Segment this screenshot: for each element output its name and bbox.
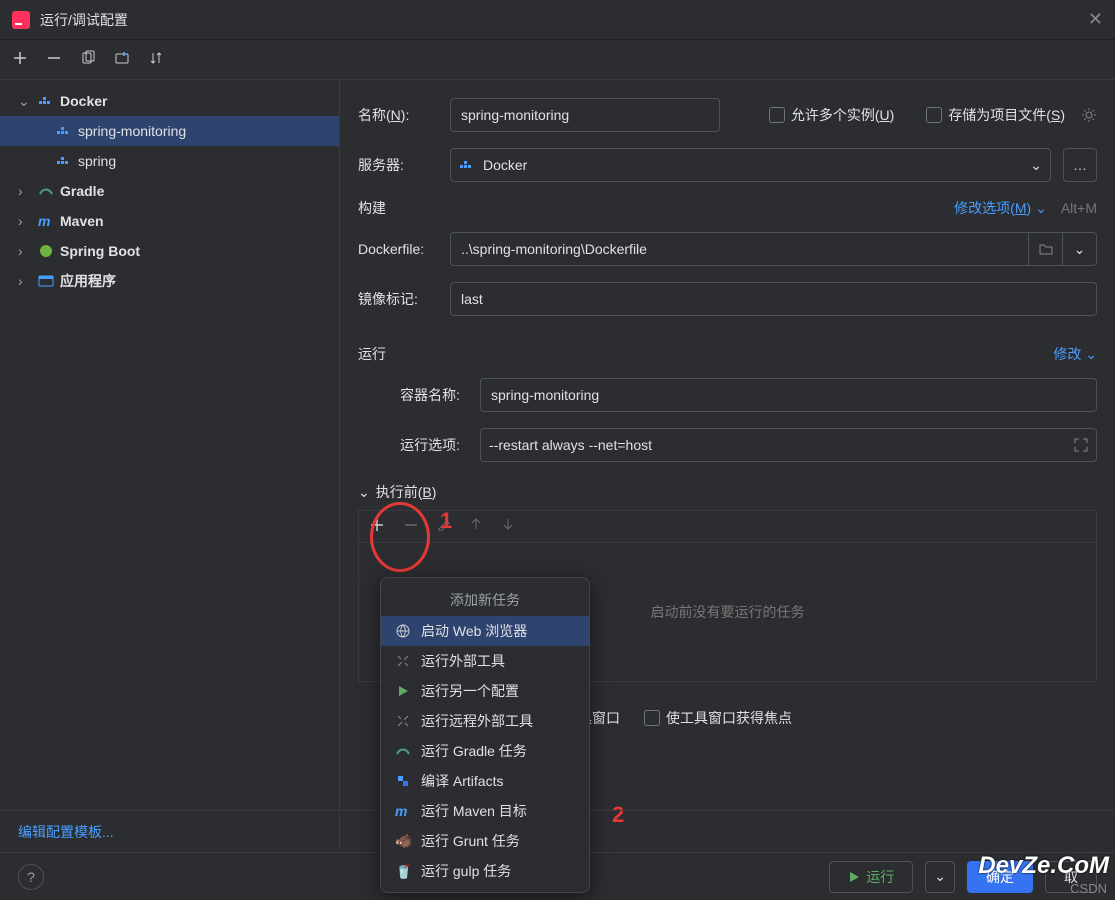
tree-springboot[interactable]: › Spring Boot [0, 236, 339, 266]
tree-maven[interactable]: › m Maven [0, 206, 339, 236]
artifacts-icon [395, 773, 411, 789]
gear-icon[interactable] [1081, 107, 1097, 123]
maven-icon: m [395, 803, 411, 819]
image-tag-input[interactable] [450, 282, 1097, 316]
tree-spring-monitoring[interactable]: spring-monitoring [0, 116, 339, 146]
watermark: CSDN [1070, 881, 1107, 896]
modify-shortcut: Alt+M [1061, 200, 1097, 216]
folder-icon[interactable] [1029, 232, 1063, 266]
runopts-label: 运行选项: [378, 435, 468, 455]
close-icon[interactable]: ✕ [1088, 9, 1103, 30]
gradle-icon [38, 184, 54, 198]
copy-icon[interactable] [80, 50, 96, 69]
store-project-checkbox[interactable]: 存储为项目文件(S) [926, 105, 1065, 125]
window-title: 运行/调试配置 [40, 10, 128, 30]
up-icon[interactable] [469, 517, 483, 536]
tree-gradle[interactable]: › Gradle [0, 176, 339, 206]
popup-external-tool[interactable]: 运行外部工具 [381, 646, 589, 676]
before-toolbar [358, 510, 1097, 542]
spring-icon [38, 243, 54, 259]
popup-title: 添加新任务 [381, 584, 589, 616]
gulp-icon: 🥤 [395, 863, 411, 880]
edit-templates-link[interactable]: 编辑配置模板... [18, 822, 114, 842]
tree-app[interactable]: › 应用程序 [0, 266, 339, 296]
run-section-title: 运行 [358, 344, 1053, 364]
remove-icon[interactable] [46, 50, 62, 69]
gradle-icon [395, 744, 411, 758]
popup-grunt[interactable]: 🐗运行 Grunt 任务 [381, 826, 589, 856]
modify-run-link[interactable]: 修改 ⌄ [1053, 344, 1097, 364]
docker-icon [38, 94, 54, 108]
popup-web-browser[interactable]: 启动 Web 浏览器 [381, 616, 589, 646]
sort-icon[interactable] [148, 50, 164, 69]
logo-overlay: DevZe.CoM [978, 852, 1109, 880]
expand-icon[interactable] [1074, 438, 1088, 452]
before-label: 执行前(B) [376, 482, 437, 502]
chevron-down-icon: ⌄ [1030, 157, 1042, 174]
globe-icon [395, 623, 411, 639]
chevron-down-icon[interactable]: ⌄ [358, 484, 370, 501]
add-task-icon[interactable] [369, 517, 385, 536]
popup-artifacts[interactable]: 编译 Artifacts [381, 766, 589, 796]
image-tag-label: 镜像标记: [358, 289, 438, 309]
docker-icon [459, 158, 475, 172]
focus-tool-window-checkbox[interactable]: 使工具窗口获得焦点 [644, 708, 792, 728]
docker-icon [56, 154, 72, 168]
annotation-1: 1 [440, 508, 452, 534]
down-icon[interactable] [501, 517, 515, 536]
add-icon[interactable] [12, 50, 28, 69]
save-template-icon[interactable] [114, 50, 130, 69]
app-icon [12, 11, 30, 29]
dockerfile-label: Dockerfile: [358, 241, 438, 257]
popup-remote-tool[interactable]: 运行远程外部工具 [381, 706, 589, 736]
popup-gulp[interactable]: 🥤运行 gulp 任务 [381, 856, 589, 886]
grunt-icon: 🐗 [395, 833, 411, 850]
run-dropdown[interactable]: ⌄ [925, 861, 955, 893]
runopts-field[interactable] [480, 428, 1097, 462]
dockerfile-input[interactable] [450, 232, 1029, 266]
titlebar: 运行/调试配置 ✕ [0, 0, 1115, 40]
popup-gradle[interactable]: 运行 Gradle 任务 [381, 736, 589, 766]
tools-icon [395, 653, 411, 669]
run-button[interactable]: 运行 [829, 861, 913, 893]
app-icon [38, 274, 54, 288]
server-select[interactable]: Docker ⌄ [450, 148, 1051, 182]
sidebar-toolbar [0, 40, 1115, 80]
popup-maven[interactable]: m运行 Maven 目标 [381, 796, 589, 826]
name-label: 名称(N): [358, 105, 438, 125]
play-icon [395, 683, 411, 699]
container-input[interactable] [480, 378, 1097, 412]
tools-icon [395, 713, 411, 729]
server-more-button[interactable]: … [1063, 148, 1097, 182]
remove-task-icon[interactable] [403, 517, 419, 536]
dockerfile-dropdown[interactable]: ⌄ [1063, 232, 1097, 266]
config-tree: ⌄ Docker spring-monitoring spring › Grad… [0, 80, 340, 850]
runopts-input[interactable] [489, 437, 1074, 453]
allow-multi-checkbox[interactable]: 允许多个实例(U) [769, 105, 894, 125]
server-label: 服务器: [358, 155, 438, 175]
docker-icon [56, 124, 72, 138]
add-task-popup: 添加新任务 启动 Web 浏览器 运行外部工具 运行另一个配置 运行远程外部工具… [380, 577, 590, 893]
help-button[interactable]: ? [18, 864, 44, 890]
name-input[interactable] [450, 98, 720, 132]
container-label: 容器名称: [378, 385, 468, 405]
build-section-title: 构建 [358, 198, 954, 218]
tree-spring[interactable]: spring [0, 146, 339, 176]
tree-docker[interactable]: ⌄ Docker [0, 86, 339, 116]
tree-docker-label: Docker [60, 93, 107, 109]
modify-options-link[interactable]: 修改选项(M) ⌄ [954, 198, 1047, 218]
maven-icon: m [38, 213, 54, 229]
popup-run-config[interactable]: 运行另一个配置 [381, 676, 589, 706]
